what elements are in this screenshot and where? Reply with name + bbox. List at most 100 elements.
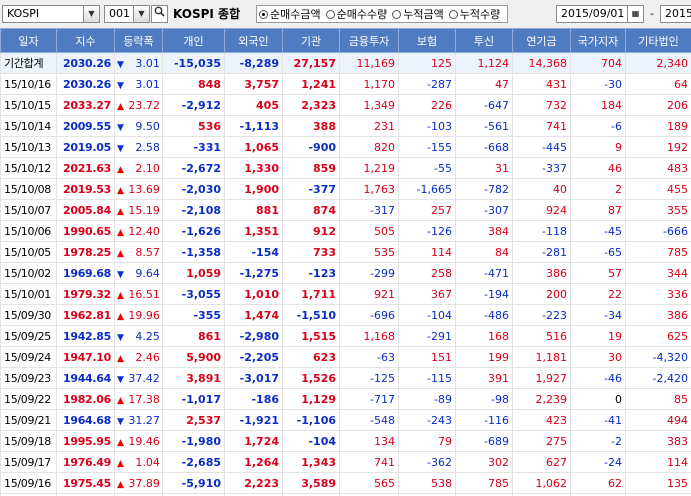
table-row[interactable]: 15/09/22 1982.06 ▲ 17.38 -1,017 -186 1,129 -717…	[0, 388, 691, 410]
value-cell-i: 1,711	[282, 283, 340, 305]
value-cell-trust: -116	[455, 409, 513, 431]
radio-cumulative-amount[interactable]: 누적금액	[392, 6, 444, 22]
index-value-cell: 2019.53	[56, 178, 115, 200]
value-cell-corp: 494	[625, 409, 691, 431]
value-cell-corp: -666	[625, 220, 691, 242]
table-row[interactable]: 15/10/05 1978.25 ▲ 8.57 -1,358 -154 733 535 114 8…	[0, 241, 691, 263]
search-button[interactable]	[151, 5, 168, 23]
radio-cumulative-quantity[interactable]: 누적수량	[448, 6, 500, 22]
table-row[interactable]: 15/10/14 2009.55 ▼ 9.50 536 -1,113 388 231 -103-…	[0, 115, 691, 137]
column-header[interactable]: 국가지자	[570, 28, 626, 53]
table-row[interactable]: 15/09/23 1944.64 ▼ 37.42 3,891 -3,017 1,526 -12…	[0, 367, 691, 389]
market-select[interactable]: KOSPI	[2, 5, 84, 23]
column-header[interactable]: 개인	[162, 28, 225, 53]
value-cell-gov: 704	[570, 52, 626, 74]
value-cell-corp: 383	[625, 430, 691, 452]
value-cell-f: 1,900	[224, 178, 283, 200]
value-cell-p: -2,685	[162, 451, 225, 473]
value-cell-p: -3,055	[162, 283, 225, 305]
index-code-dropdown-button[interactable]: ▼	[133, 5, 150, 23]
market-dropdown-button[interactable]: ▼	[83, 5, 100, 23]
value-cell-p: -355	[162, 304, 225, 326]
value-cell-trust: 1,124	[455, 52, 513, 74]
value-cell-corp: 64	[625, 73, 691, 95]
value-cell-i: 1,343	[282, 451, 340, 473]
value-cell-trust: -689	[455, 430, 513, 452]
value-cell-gov: -24	[570, 451, 626, 473]
value-cell-p: 861	[162, 325, 225, 347]
up-triangle-icon: ▲	[117, 101, 124, 112]
table-row[interactable]: 15/10/16 2030.26 ▼ 3.01 848 3,757 1,241 1,170 -2…	[0, 73, 691, 95]
value-cell-f: 1,264	[224, 451, 283, 473]
column-header[interactable]: 일자	[0, 28, 57, 53]
table-row[interactable]: 15/10/01 1979.32 ▲ 16.51 -3,055 1,010 1,711 921…	[0, 283, 691, 305]
table-row[interactable]: 15/10/12 2021.63 ▲ 2.10 -2,672 1,330 859 1,219-…	[0, 157, 691, 179]
value-cell-p: -2,912	[162, 94, 225, 116]
table-row[interactable]: 15/09/24 1947.10 ▲ 2.46 5,900 -2,205 623 -63 151…	[0, 346, 691, 368]
value-cell-fin: 1,349	[339, 94, 399, 116]
table-row[interactable]: 15/09/30 1962.81 ▲ 19.96 -355 1,474 -1,510 -696…	[0, 304, 691, 326]
table-row[interactable]: 15/10/02 1969.68 ▼ 9.64 1,059 -1,275 -123 -299 2…	[0, 262, 691, 284]
value-cell-corp: 344	[625, 262, 691, 284]
up-triangle-icon: ▲	[117, 164, 124, 175]
table-row[interactable]: 15/10/06 1990.65 ▲ 12.40 -1,626 1,351 912 505 -1…	[0, 220, 691, 242]
value-cell-p: -1,980	[162, 430, 225, 452]
value-cell-p: 848	[162, 73, 225, 95]
table-row[interactable]: 기간합계 2030.26 ▼ 3.01 -15,035 -8,289 27,157 11,16…	[0, 52, 691, 74]
grid-header-row: 일자 지수 등락폭 개인 외국인 기관 금융투자 보험 투신 연기금 국가지자 기타법인	[0, 28, 691, 53]
table-row[interactable]: 15/10/08 2019.53 ▲ 13.69 -2,030 1,900 -377 1,76…	[0, 178, 691, 200]
change-cell: ▲ 1.04	[114, 451, 163, 473]
table-row[interactable]: 15/09/17 1976.49 ▲ 1.04 -2,685 1,264 1,343 741-…	[0, 451, 691, 473]
value-cell-i: 859	[282, 157, 340, 179]
change-value: 2.10	[135, 161, 160, 175]
column-header[interactable]: 보험	[398, 28, 456, 53]
value-cell-ins: -55	[398, 157, 456, 179]
value-cell-gov: -6	[570, 115, 626, 137]
table-row[interactable]: 15/09/25 1942.85 ▼ 4.25 861 -2,980 1,515 1,168-…	[0, 325, 691, 347]
value-cell-p: -1,626	[162, 220, 225, 242]
change-cell: ▲ 16.51	[114, 283, 163, 305]
calendar-button[interactable]: ▦	[627, 5, 644, 23]
value-cell-ins: -362	[398, 451, 456, 473]
radio-selected-icon	[259, 9, 268, 19]
change-cell: ▲ 19.96	[114, 304, 163, 326]
index-value-cell: 1944.64	[56, 367, 115, 389]
column-header[interactable]: 등락폭	[114, 28, 163, 53]
table-row[interactable]: 15/09/21 1964.68 ▼ 31.27 2,537 -1,921 -1,106 -5…	[0, 409, 691, 431]
value-cell-corp: 336	[625, 283, 691, 305]
value-cell-gov: -34	[570, 304, 626, 326]
change-cell: ▼ 4.25	[114, 325, 163, 347]
column-header[interactable]: 외국인	[224, 28, 283, 53]
column-header[interactable]: 투신	[455, 28, 513, 53]
column-header[interactable]: 연기금	[512, 28, 571, 53]
value-cell-gov: -30	[570, 73, 626, 95]
value-cell-f: 1,724	[224, 430, 283, 452]
column-header[interactable]: 지수	[56, 28, 115, 53]
date-to-input[interactable]: 2015	[660, 5, 691, 23]
column-header[interactable]: 기관	[282, 28, 340, 53]
table-row[interactable]: 15/10/13 2019.05 ▼ 2.58 -331 1,065 -900 820 -155…	[0, 136, 691, 158]
column-header[interactable]: 기타법인	[625, 28, 691, 53]
column-header[interactable]: 금융투자	[339, 28, 399, 53]
value-cell-f: 1,330	[224, 157, 283, 179]
table-row[interactable]: 15/10/07 2005.84 ▲ 15.19 -2,108 881 874 -317 257…	[0, 199, 691, 221]
change-value: 16.51	[128, 287, 160, 301]
date-cell: 15/10/08	[0, 178, 57, 200]
radio-net-amount[interactable]: 순매수금액	[259, 6, 321, 22]
value-cell-gov: 57	[570, 262, 626, 284]
index-value-cell: 1978.25	[56, 241, 115, 263]
table-row[interactable]: 15/10/15 2033.27 ▲ 23.72 -2,912 405 2,323 1,349…	[0, 94, 691, 116]
value-cell-ins: 538	[398, 472, 456, 494]
change-value: 37.42	[128, 371, 160, 385]
table-row[interactable]: 15/09/16 1975.45 ▲ 37.89 -5,910 2,223 3,589 565…	[0, 472, 691, 494]
date-from-input[interactable]: 2015/09/01	[556, 5, 628, 23]
value-cell-pension: -445	[512, 136, 571, 158]
index-code-input[interactable]: 001	[104, 5, 134, 23]
value-cell-fin: -125	[339, 367, 399, 389]
radio-net-quantity[interactable]: 순매수수량	[325, 6, 387, 22]
value-cell-ins: 114	[398, 241, 456, 263]
down-triangle-icon: ▼	[117, 143, 124, 154]
change-cell: ▲ 2.46	[114, 346, 163, 368]
value-cell-ins: 367	[398, 283, 456, 305]
table-row[interactable]: 15/09/18 1995.95 ▲ 19.46 -1,980 1,724 -104 134 7…	[0, 430, 691, 452]
